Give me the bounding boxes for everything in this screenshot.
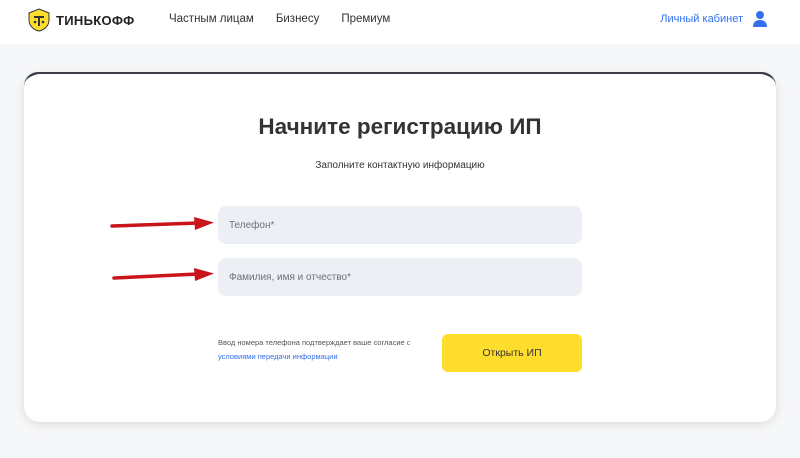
- nav-item-business[interactable]: Бизнесу: [276, 13, 320, 25]
- page-title: Начните регистрацию ИП: [258, 114, 542, 139]
- registration-card: Начните регистрацию ИП Заполните контакт…: [24, 74, 776, 422]
- brand-logo[interactable]: ТИНЬКОФФ: [27, 8, 134, 32]
- brand-name: ТИНЬКОФФ: [56, 12, 135, 28]
- consent-prefix: Ввод номера телефона подтверждает ваше с…: [218, 338, 407, 347]
- top-header: ТИНЬКОФФ Частным лицам Бизнесу Премиум Л…: [0, 0, 800, 44]
- user-icon[interactable]: [752, 10, 768, 28]
- account-area[interactable]: Личный кабинет: [660, 10, 768, 28]
- full-name-input[interactable]: [218, 258, 582, 296]
- page-subtitle: Заполните контактную информацию: [315, 160, 485, 171]
- annotation-arrow-phone: [110, 217, 214, 230]
- annotation-arrow-name: [112, 268, 214, 281]
- tinkoff-emblem-icon: [28, 8, 50, 32]
- nav-item-individuals[interactable]: Частным лицам: [169, 13, 254, 25]
- nav-item-premium[interactable]: Премиум: [341, 13, 390, 25]
- consent-text: Ввод номера телефона подтверждает ваше с…: [218, 336, 428, 364]
- phone-input[interactable]: [218, 206, 582, 244]
- main-nav: Частным лицам Бизнесу Премиум: [169, 13, 390, 25]
- open-ip-button[interactable]: Открыть ИП: [442, 334, 582, 372]
- account-link[interactable]: Личный кабинет: [660, 13, 743, 25]
